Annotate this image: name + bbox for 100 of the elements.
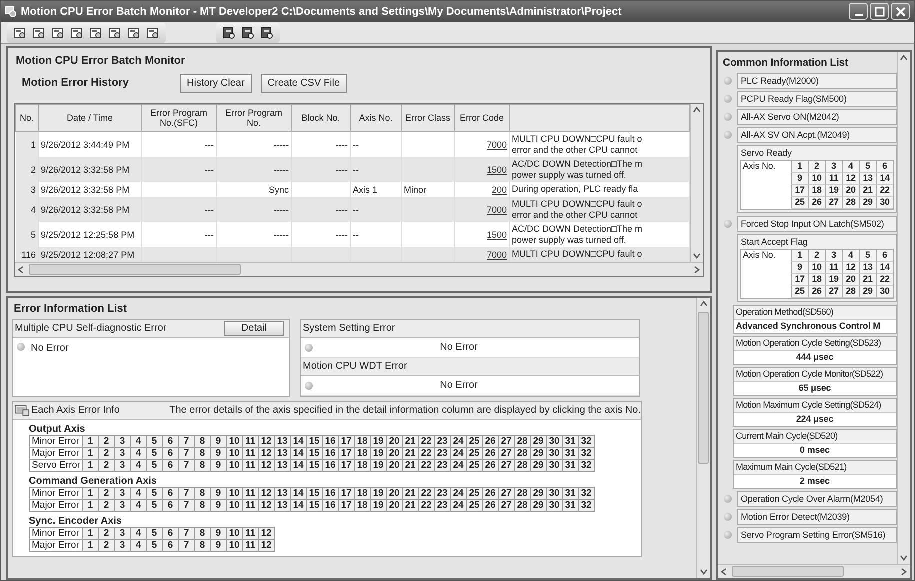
axis-number-cell[interactable]: 6	[162, 488, 178, 500]
axis-number-cell[interactable]: 4	[130, 528, 146, 540]
axis-number-cell[interactable]: 18	[354, 488, 370, 500]
axis-number-cell[interactable]: 4	[130, 488, 146, 500]
toolbar-action-button[interactable]: Create CSV File	[260, 74, 348, 92]
axis-number-cell[interactable]: 22	[418, 488, 434, 500]
axis-number-cell[interactable]: 6	[162, 528, 178, 540]
axis-number-cell[interactable]: 6	[162, 436, 178, 448]
axis-number-cell[interactable]: 25	[466, 436, 482, 448]
axis-number-cell[interactable]: 5	[146, 436, 162, 448]
column-header[interactable]: Error Class	[402, 104, 454, 132]
axis-number-cell[interactable]: 15	[306, 436, 322, 448]
axis-number-cell[interactable]: 11	[242, 488, 258, 500]
column-header[interactable]: Axis No.	[350, 104, 402, 132]
column-header[interactable]: Error Program No.	[216, 104, 292, 132]
axis-number-cell[interactable]: 12	[258, 436, 274, 448]
axis-number-cell[interactable]: 29	[530, 488, 546, 500]
axis-number-cell[interactable]: 7	[178, 528, 194, 540]
column-header[interactable]: No.	[16, 104, 38, 132]
axis-number-cell[interactable]: 2	[98, 528, 114, 540]
axis-number-cell[interactable]: 24	[450, 436, 466, 448]
axis-number-cell[interactable]: 14	[290, 436, 306, 448]
axis-number-cell[interactable]: 9	[210, 488, 226, 500]
axis-number-cell[interactable]: 21	[402, 436, 418, 448]
toolbar-action-button[interactable]: History Clear	[180, 74, 252, 92]
axis-number-cell[interactable]: 30	[546, 488, 562, 500]
axis-number-cell[interactable]: 3	[114, 528, 130, 540]
axis-number-cell[interactable]: 25	[466, 488, 482, 500]
axis-number-cell[interactable]: 7	[178, 436, 194, 448]
axis-number-cell[interactable]: 26	[482, 436, 498, 448]
close-button[interactable]	[891, 3, 910, 20]
axis-number-cell[interactable]: 23	[434, 488, 450, 500]
axis-number-cell[interactable]: 8	[194, 528, 210, 540]
axis-number-cell[interactable]: 28	[514, 436, 530, 448]
axis-number-cell[interactable]: 16	[322, 488, 338, 500]
axis-number-cell[interactable]: 27	[498, 488, 514, 500]
axis-number-cell[interactable]: 24	[450, 488, 466, 500]
axis-number-cell[interactable]: 15	[306, 488, 322, 500]
axis-number-cell[interactable]: 27	[498, 436, 514, 448]
axis-number-cell[interactable]: 12	[258, 528, 274, 540]
axis-number-cell[interactable]: 23	[434, 436, 450, 448]
axis-number-cell[interactable]: 21	[402, 488, 418, 500]
axis-number-cell[interactable]: 20	[386, 488, 402, 500]
error-code-link[interactable]: 1500	[486, 230, 507, 240]
axis-number-cell[interactable]: 17	[338, 488, 354, 500]
scrollbar[interactable]	[696, 298, 710, 578]
axis-number-cell[interactable]: 26	[482, 488, 498, 500]
axis-number-cell[interactable]: 12	[258, 488, 274, 500]
axis-number-cell[interactable]: 13	[274, 436, 290, 448]
axis-number-cell[interactable]: 31	[562, 488, 578, 500]
minimize-button[interactable]	[849, 3, 868, 20]
scrollbar[interactable]	[15, 262, 703, 276]
axis-number-cell[interactable]: 1	[82, 488, 98, 500]
scrollbar[interactable]	[897, 52, 910, 564]
column-header[interactable]: Date / Time	[38, 104, 142, 132]
axis-number-cell[interactable]: 7	[178, 488, 194, 500]
axis-number-cell[interactable]: 2	[98, 488, 114, 500]
axis-number-cell[interactable]: 16	[322, 436, 338, 448]
axis-number-cell[interactable]: 9	[210, 528, 226, 540]
axis-number-cell[interactable]: 22	[418, 436, 434, 448]
axis-number-cell[interactable]: 1	[82, 528, 98, 540]
axis-number-cell[interactable]: 11	[242, 528, 258, 540]
axis-number-cell[interactable]: 4	[130, 436, 146, 448]
axis-number-cell[interactable]: 9	[210, 436, 226, 448]
scrollbar[interactable]	[718, 564, 910, 578]
detail-button[interactable]: Detail	[224, 321, 284, 336]
axis-number-cell[interactable]: 29	[530, 436, 546, 448]
axis-number-cell[interactable]: 20	[386, 436, 402, 448]
error-code-link[interactable]: 7000	[486, 140, 507, 150]
axis-number-cell[interactable]: 13	[274, 488, 290, 500]
axis-number-cell[interactable]: 30	[546, 436, 562, 448]
axis-number-cell[interactable]: 11	[242, 436, 258, 448]
axis-number-cell[interactable]: 10	[226, 488, 242, 500]
column-header[interactable]: Block No.	[292, 104, 350, 132]
column-header[interactable]: Error Program No.(SFC)	[142, 104, 216, 132]
axis-number-cell[interactable]: 10	[226, 436, 242, 448]
axis-number-cell[interactable]: 19	[370, 436, 386, 448]
axis-number-cell[interactable]: 2	[98, 436, 114, 448]
maximize-button[interactable]	[870, 3, 889, 20]
scrollbar[interactable]	[690, 104, 703, 262]
column-header[interactable]: Error Code	[454, 104, 510, 132]
axis-number-cell[interactable]: 1	[82, 436, 98, 448]
axis-number-cell[interactable]: 8	[194, 488, 210, 500]
axis-number-cell[interactable]: 3	[114, 488, 130, 500]
axis-number-cell[interactable]: 17	[338, 436, 354, 448]
axis-number-cell[interactable]: 3	[114, 436, 130, 448]
axis-number-cell[interactable]: 32	[578, 436, 594, 448]
error-code-link[interactable]: 7000	[486, 204, 507, 214]
axis-number-cell[interactable]: 14	[290, 488, 306, 500]
axis-number-cell[interactable]: 31	[562, 436, 578, 448]
axis-number-cell[interactable]: 5	[146, 528, 162, 540]
axis-number-cell[interactable]: 32	[578, 488, 594, 500]
axis-number-cell[interactable]: 18	[354, 436, 370, 448]
axis-number-cell[interactable]: 28	[514, 488, 530, 500]
axis-number-cell[interactable]: 19	[370, 488, 386, 500]
axis-number-cell[interactable]: 5	[146, 488, 162, 500]
error-code-link[interactable]: 200	[492, 184, 507, 194]
error-code-link[interactable]: 1500	[486, 164, 507, 174]
axis-number-cell[interactable]: 10	[226, 528, 242, 540]
axis-number-cell[interactable]: 8	[194, 436, 210, 448]
